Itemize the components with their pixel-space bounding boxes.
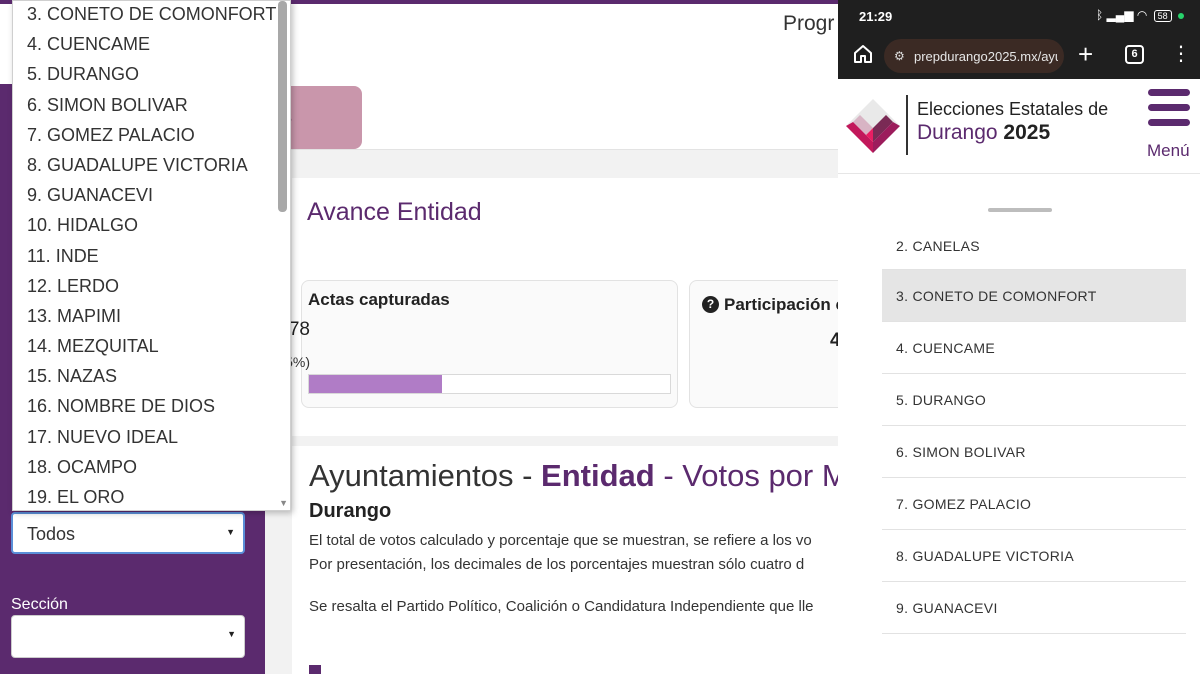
ayuntamientos-highlight: Entidad: [541, 458, 655, 493]
dropdown-scrollbar[interactable]: [278, 1, 287, 212]
url-bar[interactable]: ⚙ prepdurango2025.mx/ayur: [884, 39, 1064, 73]
dropdown-option[interactable]: 7. GOMEZ PALACIO: [13, 120, 277, 150]
info-paragraph-3: Se resalta el Partido Político, Coalició…: [309, 598, 814, 615]
phone-screenshot: 21:29 ᛒ ▂▄▆ ◠ 58 ⚙ prepdurango2025.mx/ay…: [838, 0, 1200, 674]
brand-subtitle: Durango 2025: [917, 121, 1050, 145]
wifi-icon: ◠: [1136, 8, 1148, 22]
list-item-label: 6. SIMON BOLIVAR: [896, 444, 1026, 460]
actas-progress-fill: [309, 375, 443, 393]
caret-down-icon: ▼: [227, 629, 236, 639]
browser-toolbar: ⚙ prepdurango2025.mx/ayur + 6 ⋮: [838, 33, 1200, 79]
site-header: Elecciones Estatales de Durango 2025 Men…: [838, 79, 1200, 174]
list-item-label: 2. CANELAS: [896, 238, 980, 254]
dropdown-option[interactable]: 17. NUEVO IDEAL: [13, 422, 277, 452]
dropdown-option[interactable]: 15. NAZAS: [13, 361, 277, 391]
dropdown-option[interactable]: 4. CUENCAME: [13, 29, 277, 59]
dropdown-option[interactable]: 8. GUADALUPE VICTORIA: [13, 150, 277, 180]
caret-down-icon: ▼: [226, 527, 235, 537]
list-item-label: 7. GOMEZ PALACIO: [896, 496, 1032, 512]
help-icon[interactable]: ?: [702, 296, 719, 313]
dropdown-option[interactable]: 10. HIDALGO: [13, 210, 277, 240]
seccion-select[interactable]: ▼: [11, 615, 245, 658]
hamburger-icon: [1148, 119, 1190, 126]
list-item-label: 3. CONETO DE COMONFORT: [896, 288, 1097, 304]
dropdown-option[interactable]: 3. CONETO DE COMONFORT: [13, 1, 277, 29]
list-item-label: 5. DURANGO: [896, 392, 987, 408]
list-item[interactable]: 4. CUENCAME: [882, 322, 1186, 374]
dropdown-option[interactable]: 19. EL ORO: [13, 482, 277, 510]
dropdown-option[interactable]: 5. DURANGO: [13, 59, 277, 89]
more-menu-icon[interactable]: ⋮: [1171, 41, 1191, 67]
municipio-options-list: 2. CANELAS 3. CONETO DE COMONFORT 4. CUENC…: [882, 230, 1186, 634]
list-item[interactable]: 8. GUADALUPE VICTORIA: [882, 530, 1186, 582]
list-item[interactable]: 3. CONETO DE COMONFORT: [882, 270, 1186, 322]
url-text: prepdurango2025.mx/ayur: [914, 49, 1058, 64]
list-item[interactable]: 5. DURANGO: [882, 374, 1186, 426]
privacy-dot-icon: [1178, 12, 1184, 19]
header-program-text: Progr: [783, 12, 835, 35]
actas-label: Actas capturadas: [308, 290, 450, 309]
status-time: 21:29: [859, 9, 893, 24]
scroll-down-icon[interactable]: ▼: [279, 498, 288, 508]
participacion-label: Participación c: [724, 295, 838, 314]
section-marker: [309, 665, 321, 674]
list-item[interactable]: 7. GOMEZ PALACIO: [882, 478, 1186, 530]
list-item-label: 8. GUADALUPE VICTORIA: [896, 548, 1074, 564]
ayuntamientos-prefix: Ayuntamientos -: [309, 458, 542, 493]
desktop-screenshot: Progr s Avance Entidad Actas capturadas …: [0, 0, 838, 674]
new-tab-icon[interactable]: +: [1078, 39, 1093, 69]
hamburger-icon: [1148, 104, 1190, 111]
actas-progress-bar: [308, 374, 671, 394]
entity-subtitle: Durango: [309, 500, 392, 522]
menu-label: Menú: [1147, 141, 1190, 160]
municipio-select[interactable]: Todos ▼: [11, 512, 245, 554]
list-item-label: 9. GUANACEVI: [896, 600, 998, 616]
info-paragraph-1: El total de votos calculado y porcentaje…: [309, 532, 812, 549]
status-bar: 21:29 ᛒ ▂▄▆ ◠ 58: [838, 0, 1200, 33]
dropdown-option[interactable]: 16. NOMBRE DE DIOS: [13, 391, 277, 421]
ayuntamientos-title: Ayuntamientos - Entidad - Votos por M: [309, 458, 838, 494]
prep-logo-icon: [846, 99, 900, 153]
status-icons: ᛒ ▂▄▆ ◠ 58: [1096, 8, 1184, 22]
bluetooth-icon: ᛒ: [1095, 8, 1104, 22]
dropdown-option[interactable]: 6. SIMON BOLIVAR: [13, 90, 277, 120]
dropdown-option[interactable]: 14. MEZQUITAL: [13, 331, 277, 361]
signal-icon: ▂▄▆: [1106, 8, 1134, 22]
battery-icon: 58: [1153, 10, 1172, 22]
dropdown-option[interactable]: 12. LERDO: [13, 271, 277, 301]
info-paragraph-2: Por presentación, los decimales de los p…: [309, 556, 805, 573]
brand-state: Durango: [917, 121, 998, 144]
dropdown-option[interactable]: 11. INDE: [13, 241, 277, 271]
tabs-count-button[interactable]: 6: [1125, 45, 1144, 64]
list-item[interactable]: 2. CANELAS: [882, 230, 1186, 270]
dropdown-option[interactable]: 13. MAPIMI: [13, 301, 277, 331]
dropdown-option[interactable]: 18. OCAMPO: [13, 452, 277, 482]
seccion-label: Sección: [11, 596, 68, 613]
participacion-value: 4: [830, 330, 838, 351]
menu-button[interactable]: Menú: [1144, 87, 1194, 167]
site-settings-icon[interactable]: ⚙: [894, 49, 905, 63]
list-item-label: 4. CUENCAME: [896, 340, 995, 356]
dropdown-options: 3. CONETO DE COMONFORT 4. CUENCAME 5. DURA…: [13, 1, 277, 510]
ayuntamientos-suffix: - Votos por M: [654, 458, 838, 493]
municipio-dropdown-list[interactable]: 3. CONETO DE COMONFORT 4. CUENCAME 5. DURA…: [12, 0, 291, 511]
hamburger-icon: [1148, 89, 1190, 96]
list-item[interactable]: 9. GUANACEVI: [882, 582, 1186, 634]
sheet-drag-handle[interactable]: [988, 208, 1052, 212]
municipio-select-value: Todos: [27, 524, 76, 544]
home-icon[interactable]: [852, 43, 874, 65]
brand-title: Elecciones Estatales de: [917, 99, 1109, 119]
avance-title: Avance Entidad: [307, 198, 482, 226]
brand-divider: [906, 95, 908, 155]
brand-year: 2025: [1003, 121, 1051, 144]
list-item[interactable]: 6. SIMON BOLIVAR: [882, 426, 1186, 478]
dropdown-option[interactable]: 9. GUANACEVI: [13, 180, 277, 210]
